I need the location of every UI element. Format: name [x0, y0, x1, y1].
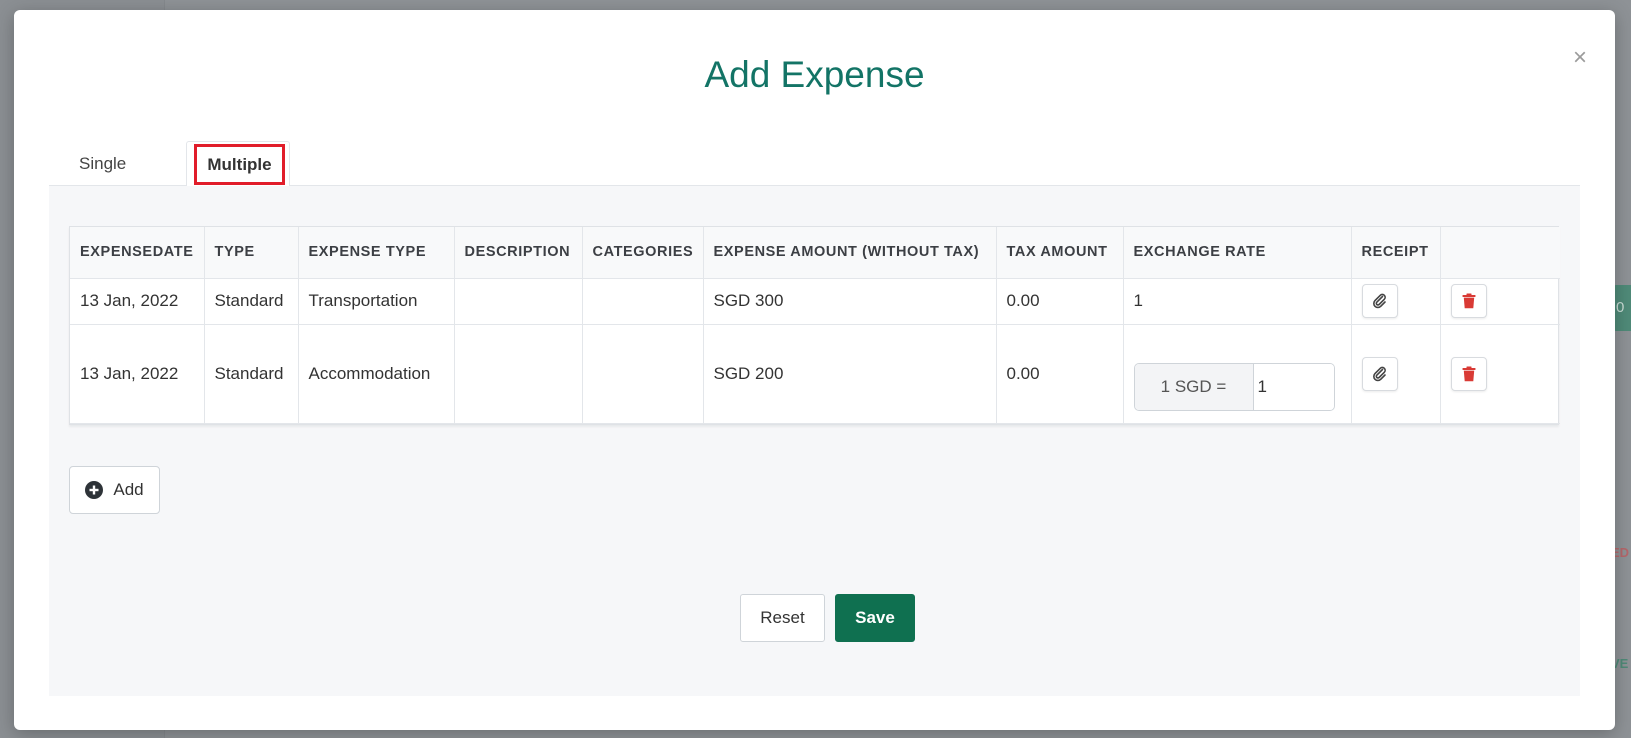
- close-button[interactable]: ×: [1573, 46, 1587, 70]
- table-row: 13 Jan, 2022 Standard Accommodation SGD …: [70, 324, 1560, 424]
- exchange-rate-group: 1 SGD =: [1133, 362, 1335, 411]
- cell-description: [454, 324, 583, 424]
- exchange-rate-prefix: 1 SGD =: [1134, 363, 1254, 410]
- cell-exchange-rate: 1: [1123, 278, 1352, 325]
- cell-date: 13 Jan, 2022: [70, 278, 205, 325]
- multiple-expense-panel: EXPENSEDATE TYPE EXPENSE TYPE DESCRIPTIO…: [49, 186, 1580, 696]
- paperclip-icon: [1372, 293, 1386, 309]
- header-type: TYPE: [204, 227, 299, 279]
- delete-row-button[interactable]: [1450, 356, 1487, 391]
- cell-type: Standard: [204, 278, 299, 325]
- add-expense-modal: Add Expense × Single Multiple EXPENSEDAT…: [14, 10, 1615, 730]
- cell-receipt: [1351, 324, 1441, 424]
- cell-type: Standard: [204, 324, 299, 424]
- table-row: 13 Jan, 2022 Standard Transportation SGD…: [70, 278, 1560, 325]
- cell-exchange-rate: 1 SGD =: [1123, 324, 1352, 424]
- cell-categories: [582, 278, 704, 325]
- add-button-label: Add: [113, 480, 144, 499]
- table-header-row: EXPENSEDATE TYPE EXPENSE TYPE DESCRIPTIO…: [70, 227, 1560, 279]
- trash-icon: [1462, 293, 1475, 309]
- tab-multiple[interactable]: Multiple: [186, 141, 290, 187]
- reset-button[interactable]: Reset: [740, 594, 825, 642]
- cell-receipt: [1351, 278, 1441, 325]
- header-expense-amount: EXPENSE AMOUNT (WITHOUT TAX): [703, 227, 997, 279]
- cell-actions: [1440, 278, 1560, 325]
- cell-amount: SGD 200: [703, 324, 997, 424]
- expense-table: EXPENSEDATE TYPE EXPENSE TYPE DESCRIPTIO…: [69, 226, 1560, 425]
- header-description: DESCRIPTION: [454, 227, 583, 279]
- cell-actions: [1440, 324, 1560, 424]
- header-tax-amount: TAX AMOUNT: [996, 227, 1124, 279]
- cell-amount: SGD 300: [703, 278, 997, 325]
- header-expensedate: EXPENSEDATE: [70, 227, 205, 279]
- background-badge: 0: [1613, 285, 1631, 331]
- tab-single[interactable]: Single: [59, 141, 146, 187]
- modal-title: Add Expense: [704, 54, 925, 95]
- tab-bar: Single Multiple: [49, 130, 1580, 187]
- cell-expense-type: Transportation: [298, 278, 455, 325]
- cell-tax: 0.00: [996, 324, 1124, 424]
- cell-tax: 0.00: [996, 278, 1124, 325]
- save-button[interactable]: Save: [835, 594, 915, 642]
- header-actions: [1440, 227, 1560, 279]
- header-receipt: RECEIPT: [1351, 227, 1441, 279]
- cell-date: 13 Jan, 2022: [70, 324, 205, 424]
- header-exchange-rate: EXCHANGE RATE: [1123, 227, 1352, 279]
- header-expense-type: EXPENSE TYPE: [298, 227, 455, 279]
- delete-row-button[interactable]: [1450, 284, 1487, 318]
- cell-description: [454, 278, 583, 325]
- cell-categories: [582, 324, 704, 424]
- attach-receipt-button[interactable]: [1361, 356, 1398, 391]
- trash-icon: [1462, 366, 1475, 381]
- plus-circle-icon: [85, 481, 104, 499]
- header-categories: CATEGORIES: [582, 227, 704, 279]
- cell-expense-type: Accommodation: [298, 324, 455, 424]
- tab-multiple-label: Multiple: [194, 144, 285, 185]
- attach-receipt-button[interactable]: [1361, 284, 1398, 318]
- paperclip-icon: [1372, 366, 1386, 381]
- exchange-rate-input[interactable]: [1253, 363, 1334, 410]
- add-row-button[interactable]: Add: [69, 466, 160, 514]
